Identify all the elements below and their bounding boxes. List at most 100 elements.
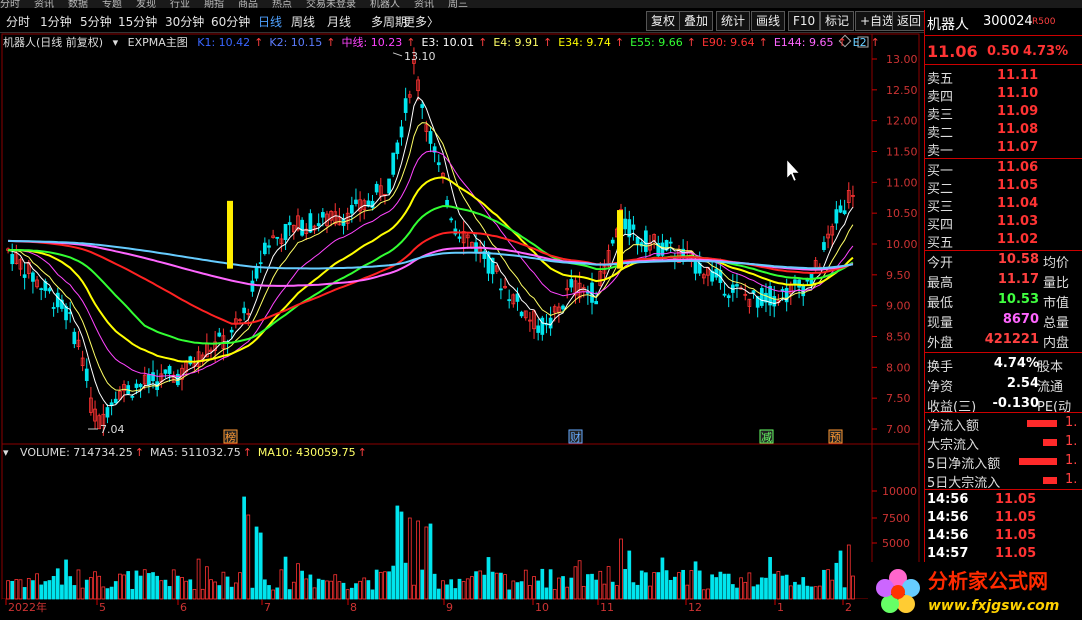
candle-body xyxy=(403,98,408,113)
volume-bar xyxy=(768,556,772,600)
top-menu-item[interactable]: 行业 xyxy=(170,0,190,8)
period-tab[interactable]: 15分钟 xyxy=(118,13,157,30)
bid-level-label: 买一 xyxy=(927,164,954,179)
volume-bar xyxy=(813,586,818,600)
event-marker[interactable]: 榜 xyxy=(223,429,238,444)
date-label: 11 xyxy=(600,601,614,614)
event-marker[interactable]: 预 xyxy=(828,429,843,444)
ma-label: E4: 9.91 xyxy=(493,36,539,49)
top-menu-item[interactable]: 热点 xyxy=(272,0,292,8)
period-tab[interactable]: 分时 xyxy=(6,13,30,30)
volume-bar xyxy=(689,570,694,600)
volume-bar xyxy=(391,565,396,600)
candle-body xyxy=(300,219,304,236)
quote-row: 买四 11.03 xyxy=(925,214,1082,233)
top-menu-item[interactable]: 商品 xyxy=(238,0,258,8)
volume-label: MA10: 430059.75 xyxy=(257,446,356,459)
volume-bar xyxy=(685,584,690,600)
volume-bar xyxy=(441,580,445,600)
up-arrow-icon: ↑ xyxy=(134,446,144,459)
volume-bar xyxy=(788,585,793,600)
toolbar-button[interactable]: 标记 xyxy=(820,11,855,31)
candle-body xyxy=(420,104,425,108)
volume-bar xyxy=(329,580,333,600)
volume-bar xyxy=(184,580,189,600)
separator xyxy=(925,412,1082,413)
event-marker-label: 减 xyxy=(761,431,772,444)
candle-body xyxy=(449,218,454,221)
bid-price: 11.06 xyxy=(997,160,1039,175)
period-tab[interactable]: 日线 xyxy=(258,13,282,30)
ma-label: E55: 9.66 xyxy=(630,36,683,49)
volume-settings-icon[interactable]: ▾ xyxy=(3,446,9,459)
volume-bar xyxy=(399,511,404,600)
volume-tick-label: 10000 xyxy=(882,485,917,498)
top-menu-item[interactable]: 资讯 xyxy=(34,0,54,8)
candle-body xyxy=(793,279,797,284)
candle-body xyxy=(316,223,321,227)
top-menu-item[interactable]: 分时 xyxy=(0,0,20,8)
volume-bar xyxy=(797,584,801,600)
toolbar-button[interactable]: F10 xyxy=(788,11,821,31)
stat-value: 4.74% xyxy=(993,356,1039,371)
volume-bar xyxy=(457,578,462,600)
toolbar-button[interactable]: 画线 xyxy=(751,11,786,31)
event-marker-label: 榜 xyxy=(225,430,236,444)
stat-label-secondary: 总量 xyxy=(1043,316,1070,331)
stat-value: 10.58 xyxy=(997,252,1039,267)
volume-bar xyxy=(333,574,338,600)
settings-dropdown-icon[interactable]: ▾ xyxy=(113,36,119,49)
toolbar-button[interactable]: 叠加 xyxy=(679,11,714,31)
event-marker[interactable]: 减 xyxy=(759,429,774,444)
candle-body xyxy=(105,407,110,418)
top-menu-item[interactable]: 数据 xyxy=(68,0,88,8)
event-marker[interactable]: 财 xyxy=(568,429,583,444)
flow-bar xyxy=(1043,477,1057,484)
top-menu-item[interactable]: 期指 xyxy=(204,0,224,8)
volume-bar xyxy=(635,584,640,600)
period-tab[interactable]: 1分钟 xyxy=(40,13,72,30)
volume-bar xyxy=(254,526,259,600)
candle-body xyxy=(668,241,673,244)
period-tab[interactable]: 月线 xyxy=(327,13,351,30)
candle-body xyxy=(726,295,731,299)
period-tab[interactable]: 60分钟 xyxy=(211,13,250,30)
separator xyxy=(925,250,1082,251)
period-tab[interactable]: 5分钟 xyxy=(80,13,112,30)
top-menu-item[interactable]: 机器人 xyxy=(370,0,400,8)
candle-body xyxy=(283,223,288,241)
kline-chart[interactable]: 13.00 12.50 12.00 11.50 11.00 10.50 10.00 9.50 9… xyxy=(0,33,922,618)
volume-bar xyxy=(407,517,412,600)
candle-body xyxy=(631,224,636,230)
stat-label: 现量 xyxy=(927,316,954,331)
candle-body xyxy=(507,299,512,302)
toolbar-button[interactable]: 统计 xyxy=(716,11,751,31)
candle-body xyxy=(387,178,391,194)
volume-bar xyxy=(656,572,661,600)
period-tab[interactable]: 更多〉 xyxy=(403,13,439,30)
top-menu-item[interactable]: 资讯 xyxy=(414,0,434,8)
top-menu-item[interactable]: 周三 xyxy=(448,0,468,8)
volume-bar xyxy=(412,584,416,600)
volume-bar xyxy=(113,581,118,600)
period-tab[interactable]: 多周期 xyxy=(371,13,407,30)
top-menu-item[interactable]: 发现 xyxy=(136,0,156,8)
top-menu-item[interactable]: 交易未登录 xyxy=(306,0,356,8)
candle-body xyxy=(113,398,118,404)
top-menu-item[interactable]: 专题 xyxy=(102,0,122,8)
flow-label: 大宗流入 xyxy=(927,438,980,453)
toolbar-button[interactable]: 返回 xyxy=(892,11,927,31)
volume-bar xyxy=(126,571,131,600)
candle-body xyxy=(31,272,35,282)
tick-time: 14:56 xyxy=(927,492,969,507)
volume-bar xyxy=(43,581,48,600)
bid-price: 11.04 xyxy=(997,196,1039,211)
period-tab[interactable]: 周线 xyxy=(291,13,315,30)
quote-row: 11.06 0.50 4.73% xyxy=(925,42,1082,61)
separator xyxy=(925,64,1082,65)
volume-bar xyxy=(105,588,110,600)
period-tab[interactable]: 30分钟 xyxy=(165,13,204,30)
volume-bar xyxy=(213,581,217,600)
toolbar-button[interactable]: 复权 xyxy=(646,11,681,31)
indicator-name[interactable]: EXPMA主图 xyxy=(128,36,188,49)
